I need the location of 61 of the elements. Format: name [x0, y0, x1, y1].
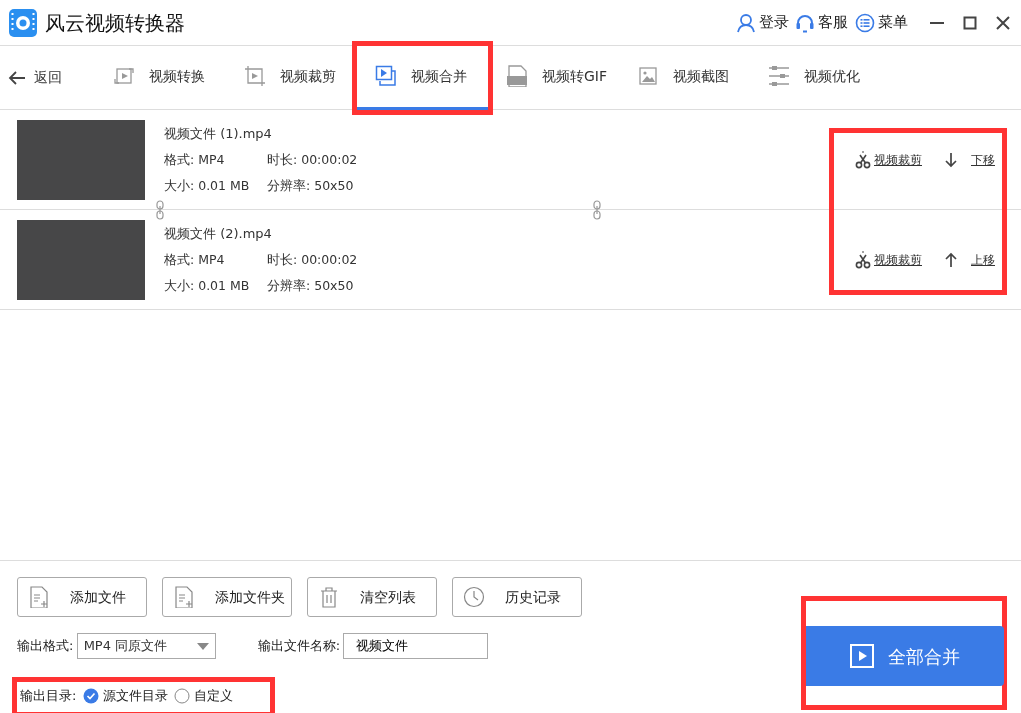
close-icon — [996, 15, 1010, 30]
convert-icon — [113, 65, 135, 87]
merge-icon — [375, 65, 397, 87]
move-link[interactable]: 下移 — [971, 150, 995, 169]
scissors-icon — [854, 150, 871, 169]
dropdown-caret-icon — [196, 642, 209, 650]
merge-all-button[interactable]: 全部合并 — [806, 626, 1004, 686]
field-label: 输出格式: — [17, 637, 74, 656]
back-arrow-icon — [8, 69, 26, 86]
format-dropdown[interactable]: MP4 同原文件 — [76, 633, 216, 659]
file-name-field[interactable]: 视频文件 — [343, 633, 489, 659]
link-icon — [593, 200, 601, 220]
toolbar-button[interactable]: 添加文件 — [17, 577, 147, 617]
folder-add-icon — [173, 586, 195, 608]
tab[interactable]: 视频裁剪 — [226, 45, 357, 110]
menu-icon — [854, 12, 875, 33]
file-size: 大小: 0.01 MB — [164, 276, 251, 295]
headset-icon — [795, 12, 815, 33]
gif-icon — [506, 65, 528, 87]
image-icon — [637, 65, 659, 87]
toolbar-button[interactable]: 清空列表 — [307, 577, 437, 617]
trim-link[interactable]: 视频裁剪 — [874, 150, 922, 169]
tab[interactable]: 视频转GIF — [488, 45, 619, 110]
crop-icon — [244, 65, 266, 87]
scissors-icon — [854, 250, 871, 269]
file-duration: 时长: 00:00:02 — [267, 252, 358, 268]
clock-icon — [463, 586, 485, 608]
play-icon — [850, 644, 874, 668]
toolbar-button[interactable]: 添加文件夹 — [162, 577, 292, 617]
window-title: 风云视频转换器 — [44, 9, 185, 37]
maximize-icon — [963, 15, 977, 30]
field-label: 输出目录: — [20, 687, 77, 705]
header-link[interactable]: 客服 — [795, 11, 848, 34]
toolbar-button[interactable]: 历史记录 — [452, 577, 582, 617]
app-logo — [8, 7, 38, 38]
file-duration: 时长: 00:00:02 — [267, 152, 358, 168]
file-size: 大小: 0.01 MB — [164, 176, 251, 195]
sliders-icon — [768, 65, 790, 87]
tab[interactable]: 视频截图 — [619, 45, 750, 110]
minimize-icon — [930, 21, 944, 24]
back-button[interactable]: 返回 — [0, 66, 95, 89]
header-link[interactable]: 登录 — [735, 11, 789, 34]
user-icon — [735, 12, 756, 33]
file-add-icon — [28, 586, 50, 608]
move-link[interactable]: 上移 — [971, 250, 995, 269]
tab[interactable]: 视频优化 — [750, 45, 881, 110]
radio-option[interactable]: 自定义 — [174, 686, 234, 706]
file-resolution: 分辨率: 50x50 — [267, 177, 354, 193]
tab[interactable]: 视频合并 — [357, 45, 488, 110]
file-format: 格式: MP4 — [164, 151, 226, 170]
header-link[interactable]: 菜单 — [854, 11, 908, 34]
file-resolution: 分辨率: 50x50 — [267, 277, 354, 293]
file-format: 格式: MP4 — [164, 251, 226, 270]
link-icon — [156, 200, 164, 220]
trim-link[interactable]: 视频裁剪 — [874, 250, 922, 269]
file-name: 视频文件 (1).mp4 — [164, 124, 273, 143]
file-name: 视频文件 (2).mp4 — [164, 224, 273, 243]
tab[interactable]: 视频转换 — [95, 45, 226, 110]
field-label: 输出文件名称: — [257, 637, 341, 656]
trash-icon — [318, 586, 340, 608]
radio-option[interactable]: 源文件目录 — [82, 686, 168, 706]
